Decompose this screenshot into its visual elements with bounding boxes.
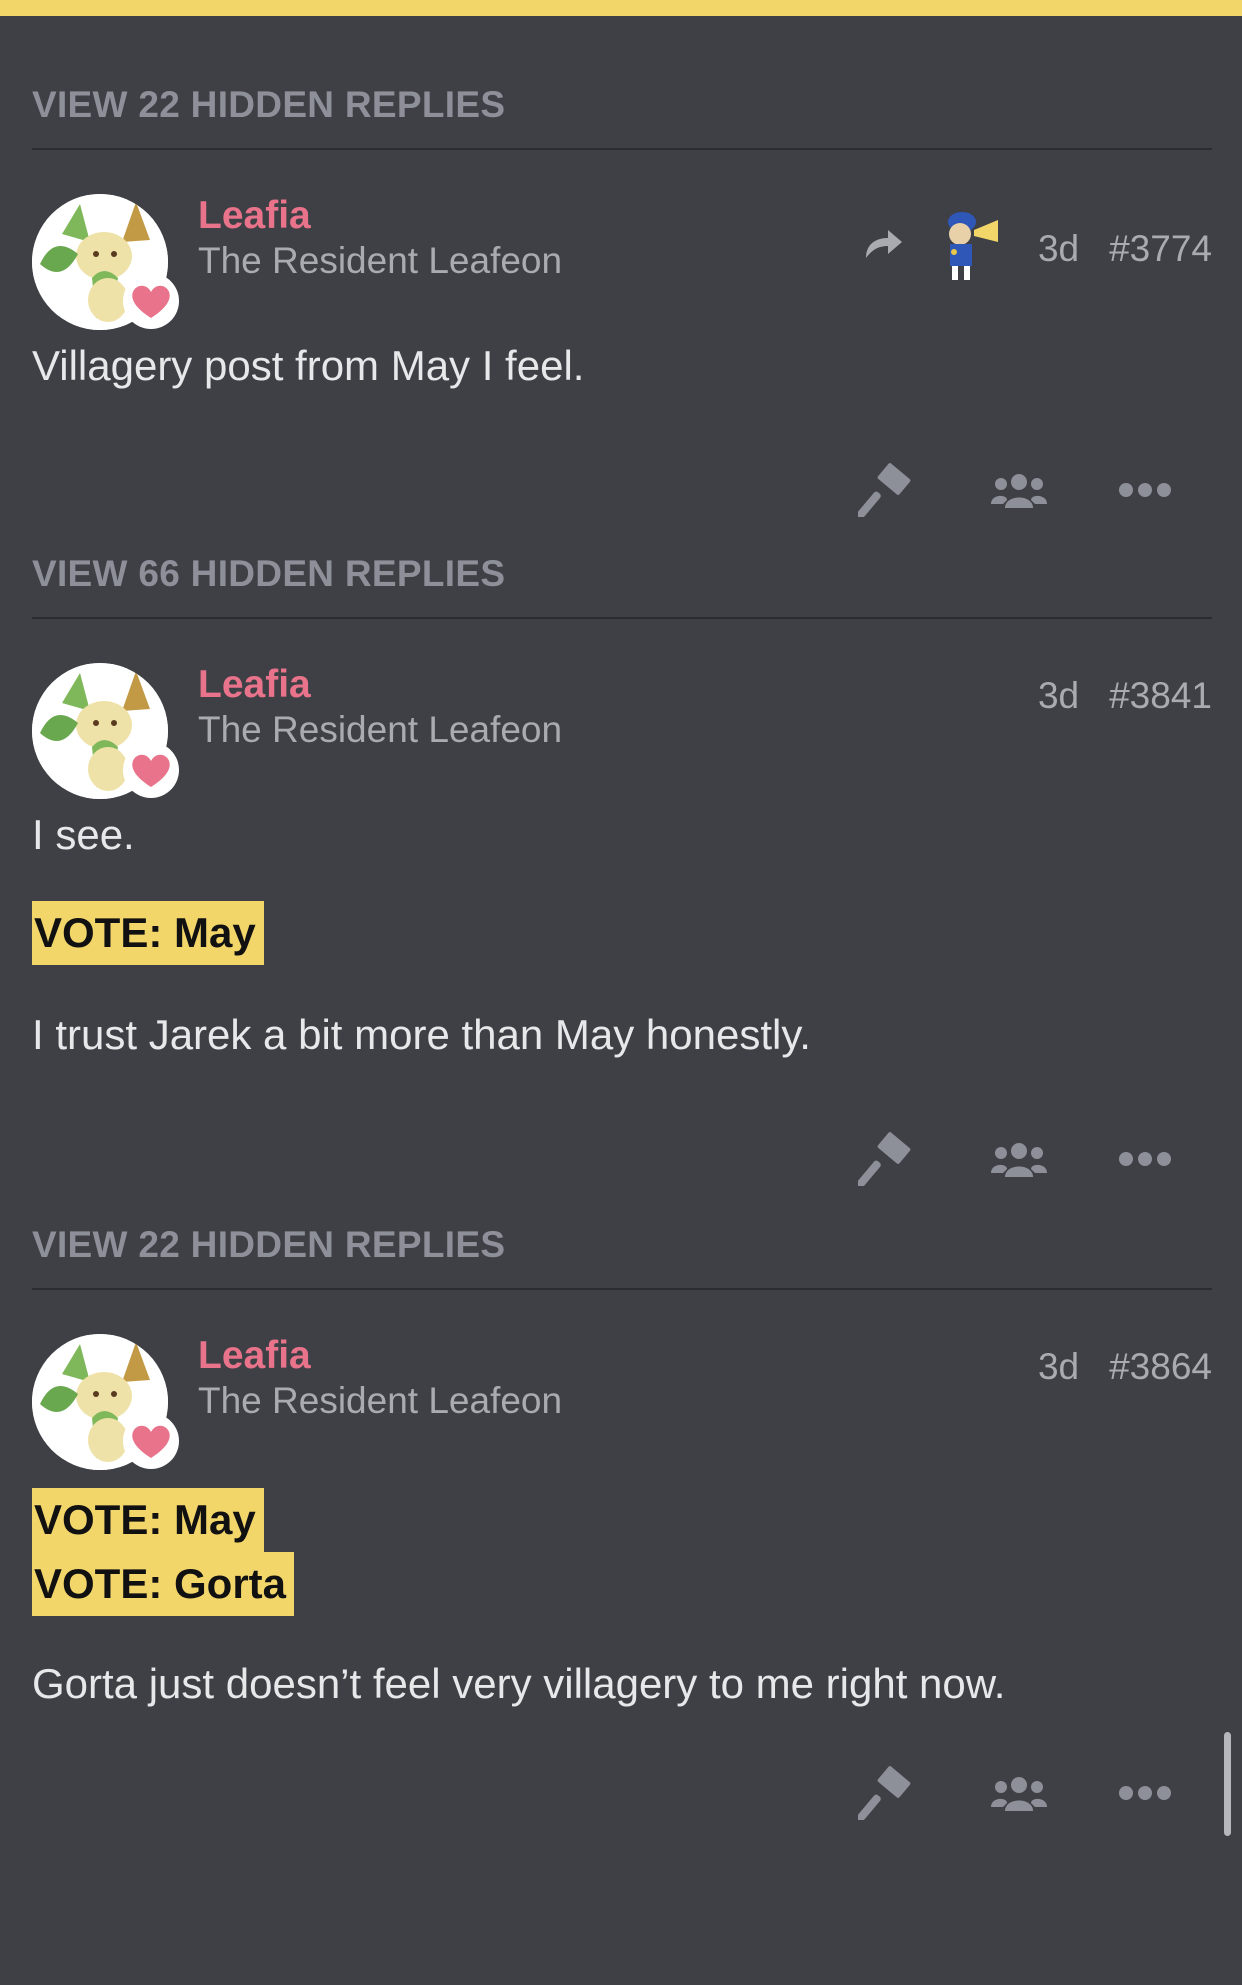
avatar[interactable] <box>32 1333 179 1470</box>
users-icon[interactable] <box>986 1760 1052 1826</box>
post-number[interactable]: #3774 <box>1109 228 1212 270</box>
ellipsis-icon[interactable] <box>1112 1760 1178 1826</box>
post-meta: 3d #3774 <box>862 206 1212 291</box>
post-header: Leafia The Resident Leafeon 3d #3774 <box>32 194 1212 334</box>
post: VIEW 22 HIDDEN REPLIES Leafia The Reside… <box>32 1162 1212 1820</box>
scrollbar-thumb[interactable] <box>1224 1732 1231 1836</box>
post-meta: 3d #3841 <box>1038 675 1212 717</box>
post-actions <box>32 1710 1212 1820</box>
post-age[interactable]: 3d <box>1038 675 1079 717</box>
username[interactable]: Leafia <box>198 1334 311 1378</box>
top-accent-bar <box>0 0 1242 16</box>
post-header: Leafia The Resident Leafeon 3d #3841 <box>32 662 1212 803</box>
vote-list: VOTE: May VOTE: Gorta <box>32 1487 1212 1616</box>
post-body-paragraph: I trust Jarek a bit more than May honest… <box>32 1011 811 1058</box>
share-arrow-icon[interactable] <box>862 226 906 271</box>
avatar[interactable] <box>32 662 179 799</box>
post-actions <box>32 393 1212 517</box>
post-number[interactable]: #3841 <box>1109 675 1212 717</box>
view-hidden-replies-link[interactable]: VIEW 22 HIDDEN REPLIES <box>32 1162 1212 1290</box>
user-title: The Resident Leafeon <box>198 240 563 281</box>
user-title: The Resident Leafeon <box>198 1379 563 1421</box>
view-hidden-replies-link[interactable]: VIEW 22 HIDDEN REPLIES <box>32 16 1212 150</box>
vote-highlight: VOTE: Gorta <box>32 1551 295 1616</box>
post: VIEW 22 HIDDEN REPLIES Leafia The Reside… <box>32 16 1212 517</box>
vote-highlight: VOTE: May <box>32 901 264 965</box>
post-body-paragraph: Villagery post from May I feel. <box>32 342 585 389</box>
replied-user-avatar[interactable] <box>936 206 1008 291</box>
post-header: Leafia The Resident Leafeon 3d #3864 <box>32 1333 1212 1474</box>
view-hidden-replies-link[interactable]: VIEW 66 HIDDEN REPLIES <box>32 493 1212 619</box>
heart-icon <box>123 741 179 798</box>
post-actions <box>32 1062 1212 1186</box>
post-feed: VIEW 22 HIDDEN REPLIES Leafia The Reside… <box>32 16 1212 1820</box>
gavel-icon[interactable] <box>854 1760 920 1826</box>
avatar[interactable] <box>32 194 179 330</box>
post: VIEW 66 HIDDEN REPLIES Leafia The Reside… <box>32 493 1212 1186</box>
username[interactable]: Leafia <box>198 194 311 238</box>
post-number[interactable]: #3864 <box>1109 1346 1212 1388</box>
post-body-paragraph: I see. <box>32 810 135 858</box>
user-title: The Resident Leafeon <box>198 708 563 750</box>
post-age[interactable]: 3d <box>1038 1346 1079 1388</box>
post-meta: 3d #3864 <box>1038 1346 1212 1388</box>
vote-highlight: VOTE: May <box>32 1487 264 1552</box>
post-body-paragraph: Gorta just doesn’t feel very villagery t… <box>32 1659 1006 1707</box>
heart-icon <box>123 273 179 329</box>
heart-icon <box>123 1412 179 1469</box>
username[interactable]: Leafia <box>198 663 311 707</box>
post-age[interactable]: 3d <box>1038 228 1079 270</box>
vote-list: VOTE: May <box>32 901 1212 965</box>
